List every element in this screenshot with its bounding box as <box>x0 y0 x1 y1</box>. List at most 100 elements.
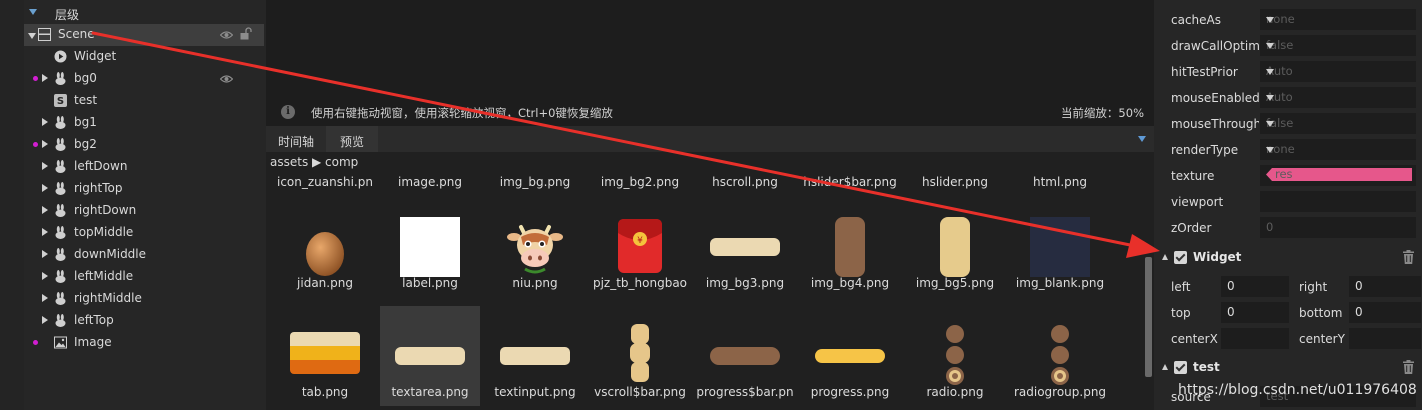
tree-item-downmiddle[interactable]: downMiddle <box>24 244 264 266</box>
marker-dot <box>33 340 38 345</box>
expand-arrow-icon[interactable] <box>42 162 48 170</box>
asset-caption[interactable]: img_bg.png <box>475 175 595 189</box>
dropdown-arrow-icon[interactable] <box>1266 147 1274 153</box>
asset-caption[interactable]: hslider$bar.png <box>790 175 910 189</box>
prop-value-field[interactable]: res <box>1260 165 1416 186</box>
tree-item-lefttop[interactable]: leftTop <box>24 310 264 332</box>
asset-caption[interactable]: hslider.png <box>895 175 1015 189</box>
expand-arrow-icon[interactable] <box>42 272 48 280</box>
rabbit-icon <box>54 314 67 327</box>
asset-caption[interactable]: hscroll.png <box>685 175 805 189</box>
prop-value-field[interactable]: false <box>1260 113 1416 134</box>
dropdown-arrow-icon[interactable] <box>1266 69 1274 75</box>
prop-value-field[interactable]: Auto <box>1260 87 1416 108</box>
test-section-header[interactable]: test <box>1154 356 1422 380</box>
widget-enabled-checkbox[interactable] <box>1174 251 1187 264</box>
asset-tile[interactable]: progress$bar.pn <box>695 306 795 406</box>
section-collapse-icon[interactable] <box>1162 364 1168 370</box>
asset-tile[interactable]: img_bg3.png <box>695 197 795 297</box>
tree-item-bg1[interactable]: bg1 <box>24 112 264 134</box>
asset-caption[interactable]: icon_zuanshi.pn <box>265 175 385 189</box>
tree-item-righttop[interactable]: rightTop <box>24 178 264 200</box>
widget-field-input[interactable]: 0 <box>1349 302 1421 323</box>
tabs-menu-dropdown-icon[interactable] <box>1138 136 1146 142</box>
tree-item-widget[interactable]: Widget <box>24 46 264 68</box>
prop-value-field[interactable]: none <box>1260 139 1416 160</box>
tab-preview[interactable]: 预览 <box>326 126 378 152</box>
dropdown-arrow-icon[interactable] <box>1266 17 1274 23</box>
rabbit-icon <box>54 160 67 173</box>
widget-field-input[interactable]: 0 <box>1349 276 1421 297</box>
asset-tile[interactable]: progress.png <box>800 306 900 406</box>
dropdown-arrow-icon[interactable] <box>1266 95 1274 101</box>
expand-arrow-icon[interactable] <box>42 184 48 192</box>
tree-item-rightdown[interactable]: rightDown <box>24 200 264 222</box>
asset-tile[interactable]: label.png <box>380 197 480 297</box>
tab-timeline[interactable]: 时间轴 <box>266 126 326 152</box>
widget-field-input[interactable]: 0 <box>1221 276 1289 297</box>
asset-tile[interactable]: textarea.png <box>380 306 480 406</box>
asset-tile[interactable]: img_blank.png <box>1010 197 1110 297</box>
assets-scrollbar[interactable] <box>1145 257 1152 377</box>
tree-item-rightmiddle[interactable]: rightMiddle <box>24 288 264 310</box>
asset-tile[interactable]: niu.png <box>485 197 585 297</box>
tree-item-label: bg2 <box>74 137 97 151</box>
tree-item-bg0[interactable]: bg0 <box>24 68 264 90</box>
eye-icon[interactable] <box>219 29 234 39</box>
prop-value-field[interactable]: Auto <box>1260 61 1416 82</box>
tree-item-leftmiddle[interactable]: leftMiddle <box>24 266 264 288</box>
asset-tile[interactable]: radio.png <box>905 306 1005 406</box>
trash-icon[interactable] <box>1403 250 1414 264</box>
tree-item-leftdown[interactable]: leftDown <box>24 156 264 178</box>
tree-item-bg2[interactable]: bg2 <box>24 134 264 156</box>
prop-value-field[interactable]: false <box>1260 35 1416 56</box>
lock-icon[interactable] <box>240 27 252 40</box>
tree-item-test[interactable]: Stest <box>24 90 264 112</box>
widget-field-label: right <box>1299 280 1328 294</box>
asset-tile[interactable]: vscroll$bar.png <box>590 306 690 406</box>
expand-arrow-icon[interactable] <box>42 74 48 82</box>
prop-value-field[interactable] <box>1260 191 1416 212</box>
expand-arrow-icon[interactable] <box>42 206 48 214</box>
widget-field-input[interactable]: 0 <box>1221 302 1289 323</box>
expand-arrow-icon[interactable] <box>42 294 48 302</box>
asset-tile[interactable]: textinput.png <box>485 306 585 406</box>
asset-thumbnail <box>943 324 967 389</box>
play-icon <box>54 50 67 63</box>
asset-caption[interactable]: img_bg2.png <box>580 175 700 189</box>
test-enabled-checkbox[interactable] <box>1174 361 1187 374</box>
widget-section-header[interactable]: Widget <box>1154 246 1422 270</box>
prop-row-texture: texture res <box>1154 163 1422 189</box>
dropdown-arrow-icon[interactable] <box>1266 43 1274 49</box>
asset-tile[interactable]: radiogroup.png <box>1010 306 1110 406</box>
tree-item-topmiddle[interactable]: topMiddle <box>24 222 264 244</box>
asset-tile[interactable]: tab.png <box>275 306 375 406</box>
widget-field-input[interactable] <box>1349 328 1421 349</box>
expand-arrow-icon[interactable] <box>42 140 48 148</box>
expand-arrow-icon[interactable] <box>42 118 48 126</box>
scene-stage[interactable] <box>266 0 1154 98</box>
asset-tile[interactable]: img_bg4.png <box>800 197 900 297</box>
asset-caption[interactable]: html.png <box>1000 175 1120 189</box>
widget-field-input[interactable] <box>1221 328 1289 349</box>
prop-value-field[interactable]: none <box>1260 9 1416 30</box>
dropdown-arrow-icon[interactable] <box>1266 121 1274 127</box>
section-collapse-icon[interactable] <box>1162 254 1168 260</box>
expand-arrow-icon[interactable] <box>42 316 48 324</box>
asset-tile[interactable]: jidan.png <box>275 197 375 297</box>
asset-caption[interactable]: image.png <box>370 175 490 189</box>
assets-breadcrumb[interactable]: assets ▶ comp <box>270 155 358 169</box>
prop-value-field[interactable]: 0 <box>1260 217 1416 238</box>
asset-tile[interactable]: ¥ pjz_tb_hongbao <box>590 197 690 297</box>
expand-arrow-icon[interactable] <box>42 250 48 258</box>
expand-arrow-icon[interactable] <box>28 33 36 39</box>
asset-tile[interactable]: img_bg5.png <box>905 197 1005 297</box>
collapse-triangle-icon[interactable] <box>29 9 37 15</box>
tree-item-image[interactable]: Image <box>24 332 264 354</box>
tree-item-scene[interactable]: Scene <box>24 24 264 46</box>
eye-icon[interactable] <box>219 73 234 83</box>
hierarchy-header[interactable]: 层级 <box>24 4 266 24</box>
resource-tag[interactable]: res <box>1266 168 1412 181</box>
expand-arrow-icon[interactable] <box>42 228 48 236</box>
trash-icon[interactable] <box>1403 360 1414 374</box>
